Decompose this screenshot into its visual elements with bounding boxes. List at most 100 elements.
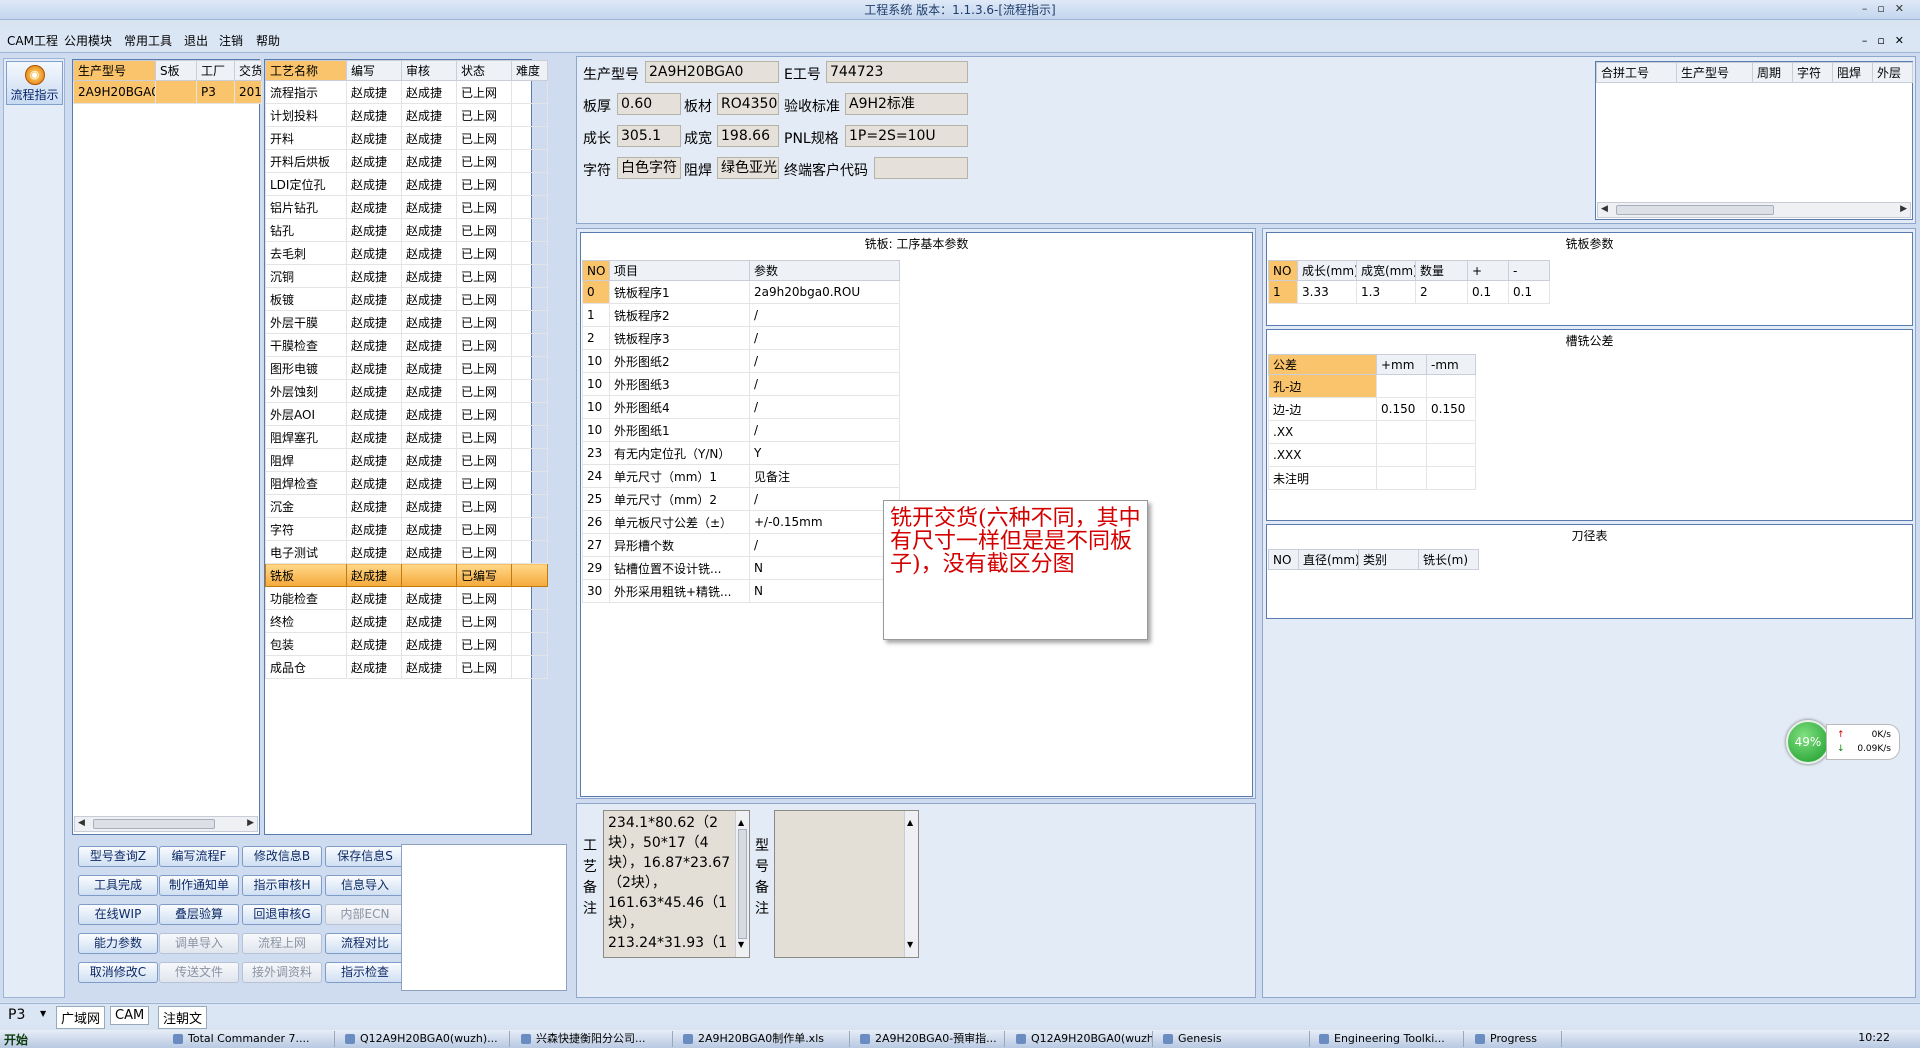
- table-row[interactable]: 板镀 赵成捷 赵成捷 已上网: [265, 287, 548, 311]
- table-row[interactable]: 终检 赵成捷 赵成捷 已上网: [265, 609, 548, 633]
- model-remark-textarea[interactable]: ▲ ▼: [774, 810, 919, 958]
- scroll-thumb[interactable]: [738, 829, 747, 939]
- scroll-right-icon[interactable]: ▶: [1900, 204, 1907, 214]
- table-row[interactable]: 29 钻槽位置不设计铣... N: [582, 556, 900, 580]
- taskbar-item[interactable]: 2A9H20BGA0-預审指...: [857, 1031, 1005, 1047]
- horizontal-scrollbar[interactable]: ◀ ▶: [74, 816, 258, 832]
- col-factory[interactable]: 工厂: [196, 60, 235, 81]
- action-button[interactable]: 内部ECN: [325, 904, 405, 925]
- table-row[interactable]: 孔-边: [1268, 374, 1476, 398]
- action-button[interactable]: 取消修改C: [78, 962, 158, 983]
- table-row[interactable]: 阻焊塞孔 赵成捷 赵成捷 已上网: [265, 425, 548, 449]
- table-row[interactable]: 流程指示 赵成捷 赵成捷 已上网: [265, 80, 548, 104]
- char-field[interactable]: 白色字符: [617, 157, 681, 179]
- col-merge-model[interactable]: 生产型号: [1676, 62, 1753, 83]
- table-row[interactable]: 包装 赵成捷 赵成捷 已上网: [265, 632, 548, 656]
- table-row[interactable]: 计划投料 赵成捷 赵成捷 已上网: [265, 103, 548, 127]
- scroll-down-icon[interactable]: ▼: [738, 935, 744, 955]
- network-speed-widget[interactable]: 49% ↑ 0K/s ↓ 0.09K/s: [1786, 720, 1906, 764]
- table-row[interactable]: 干膜检查 赵成捷 赵成捷 已上网: [265, 333, 548, 357]
- col-writer[interactable]: 编写: [346, 60, 402, 81]
- col-minus-mm[interactable]: -mm: [1426, 354, 1476, 375]
- col-merge-no[interactable]: 合拼工号: [1596, 62, 1677, 83]
- menu-exit[interactable]: 退出: [184, 32, 208, 49]
- action-button[interactable]: 指示审核H: [242, 875, 322, 896]
- length-field[interactable]: 305.1: [617, 125, 681, 147]
- table-row[interactable]: 未注明: [1268, 466, 1476, 490]
- col-tolerance[interactable]: 公差: [1268, 354, 1377, 375]
- col-mill-length[interactable]: 铣长(m): [1418, 549, 1479, 570]
- table-row[interactable]: 10 外形图纸4/: [582, 395, 900, 419]
- table-row[interactable]: LDI定位孔 赵成捷 赵成捷 已上网: [265, 172, 548, 196]
- col-plus-mm[interactable]: +mm: [1376, 354, 1427, 375]
- tab-cam[interactable]: CAM: [110, 1006, 150, 1025]
- action-button[interactable]: 叠层验算: [159, 904, 239, 925]
- table-row[interactable]: 10 外形图纸1/: [582, 418, 900, 442]
- table-row[interactable]: 24 单元尺寸（mm）1 见备注: [582, 464, 900, 488]
- table-row[interactable]: 铣板 赵成捷 已编写: [265, 563, 548, 587]
- table-row[interactable]: 2A9H20BGA0 P3 201: [73, 80, 262, 104]
- col-diameter[interactable]: 直径(mm): [1298, 549, 1359, 570]
- table-row[interactable]: 0 铣板程序1 2a9h20bga0.ROU: [582, 280, 900, 304]
- table-row[interactable]: 电子测试 赵成捷 赵成捷 已上网: [265, 540, 548, 564]
- action-button[interactable]: 接外调资料: [242, 962, 322, 983]
- mdi-controls[interactable]: –▫✕: [1862, 34, 1914, 47]
- table-row[interactable]: 功能检查 赵成捷 赵成捷 已上网: [265, 586, 548, 610]
- width-field[interactable]: 198.66: [717, 125, 779, 147]
- table-row[interactable]: 2 铣板程序3/: [582, 326, 900, 350]
- table-row[interactable]: 铝片钻孔 赵成捷 赵成捷 已上网: [265, 195, 548, 219]
- menu-public[interactable]: 公用模块: [64, 32, 112, 49]
- taskbar-item[interactable]: Engineering Toolki...: [1316, 1031, 1464, 1047]
- pnl-field[interactable]: 1P=2S=10U: [845, 125, 968, 147]
- col-period[interactable]: 周期: [1752, 62, 1793, 83]
- table-row[interactable]: 外层AOI 赵成捷 赵成捷 已上网: [265, 402, 548, 426]
- col-difficulty[interactable]: 难度: [511, 60, 548, 81]
- col-model[interactable]: 生产型号: [73, 60, 156, 81]
- menu-logout[interactable]: 注销: [219, 32, 243, 49]
- col-plus[interactable]: +: [1467, 260, 1509, 281]
- taskbar-item[interactable]: Q12A9H20BGA0(wuzh)...: [1013, 1031, 1153, 1047]
- action-button[interactable]: 制作通知单: [159, 875, 239, 896]
- col-no[interactable]: NO: [1268, 260, 1298, 281]
- site-selector[interactable]: P3: [8, 1007, 25, 1023]
- col-minus[interactable]: -: [1508, 260, 1550, 281]
- col-process-name[interactable]: 工艺名称: [265, 60, 347, 81]
- col-type[interactable]: 类别: [1358, 549, 1419, 570]
- action-button[interactable]: 能力参数: [78, 933, 158, 954]
- action-button[interactable]: 型号查询Z: [78, 846, 158, 867]
- taskbar-item[interactable]: Total Commander 7....: [170, 1031, 335, 1047]
- col-len[interactable]: 成长(mm): [1297, 260, 1357, 281]
- horizontal-scrollbar[interactable]: ◀ ▶: [1597, 202, 1911, 218]
- material-field[interactable]: RO4350B: [717, 93, 779, 115]
- standard-field[interactable]: A9H2标准: [845, 93, 968, 115]
- customer-code-field[interactable]: [874, 157, 968, 179]
- chevron-down-icon[interactable]: ▼: [40, 1009, 46, 1018]
- table-row[interactable]: 成品仓 赵成捷 赵成捷 已上网: [265, 655, 548, 679]
- col-wid[interactable]: 成宽(mm): [1356, 260, 1416, 281]
- col-mask[interactable]: 阻焊: [1832, 62, 1873, 83]
- action-button[interactable]: 信息导入: [325, 875, 405, 896]
- table-row[interactable]: 边-边 0.150 0.150: [1268, 397, 1476, 421]
- col-status[interactable]: 状态: [456, 60, 512, 81]
- table-row[interactable]: 1 3.33 1.3 2 0.1 0.1: [1268, 280, 1550, 304]
- table-row[interactable]: 沉铜 赵成捷 赵成捷 已上网: [265, 264, 548, 288]
- action-button[interactable]: 保存信息S: [325, 846, 405, 867]
- scroll-thumb[interactable]: [1616, 205, 1774, 215]
- table-row[interactable]: 30 外形采用粗铣+精铣... N: [582, 579, 900, 603]
- table-row[interactable]: 27 异形槽个数 /: [582, 533, 900, 557]
- tab-wan[interactable]: 广域网: [56, 1006, 106, 1029]
- col-item[interactable]: 项目: [609, 260, 750, 281]
- table-row[interactable]: 外层蚀刻 赵成捷 赵成捷 已上网: [265, 379, 548, 403]
- taskbar-item[interactable]: Progress: [1472, 1031, 1562, 1047]
- table-row[interactable]: .XXX: [1268, 443, 1476, 467]
- table-row[interactable]: 阻焊 赵成捷 赵成捷 已上网: [265, 448, 548, 472]
- table-row[interactable]: 外层干膜 赵成捷 赵成捷 已上网: [265, 310, 548, 334]
- action-button[interactable]: 流程上网: [242, 933, 322, 954]
- table-row[interactable]: 图形电镀 赵成捷 赵成捷 已上网: [265, 356, 548, 380]
- table-row[interactable]: 字符 赵成捷 赵成捷 已上网: [265, 517, 548, 541]
- col-delivery[interactable]: 交货: [234, 60, 262, 81]
- col-outer[interactable]: 外层: [1872, 62, 1913, 83]
- table-row[interactable]: .XX: [1268, 420, 1476, 444]
- nav-flow-button[interactable]: ◉ 流程指示: [6, 61, 63, 105]
- tab-user[interactable]: 注朝文: [158, 1006, 208, 1029]
